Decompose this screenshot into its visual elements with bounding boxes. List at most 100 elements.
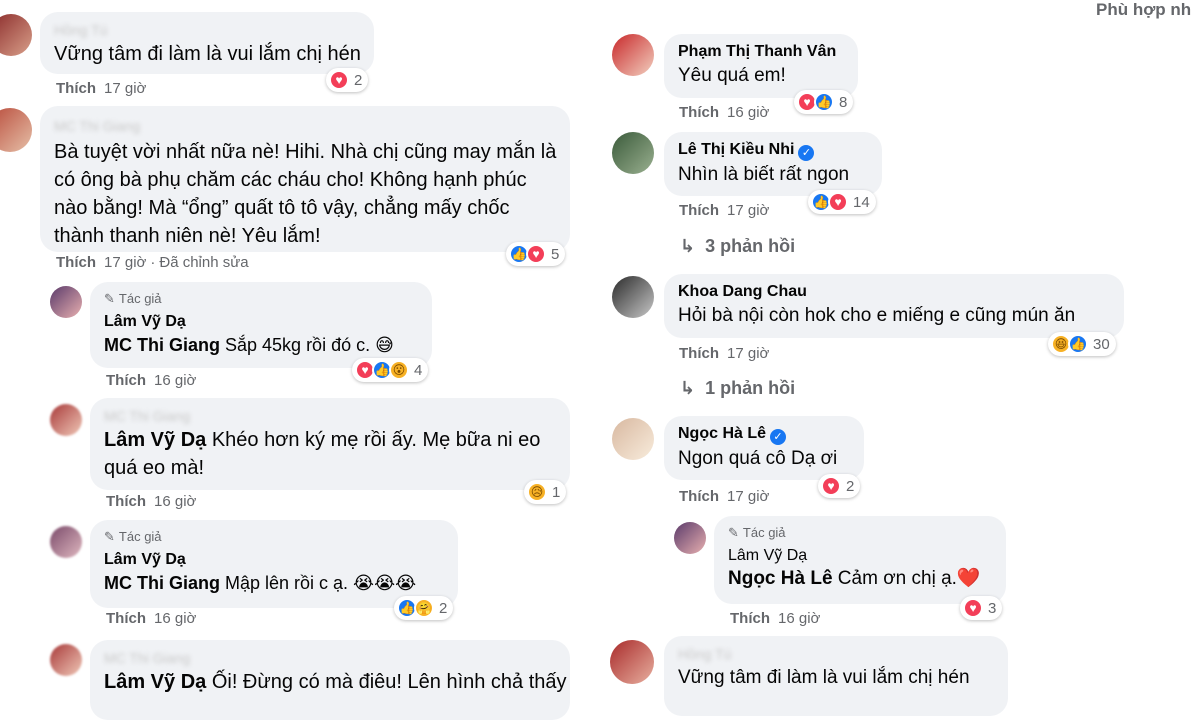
heart-icon: ♥ [526,244,546,264]
comment-author-name[interactable]: Lâm Vỹ Dạ [728,546,992,566]
like-button[interactable]: Thích [679,345,719,362]
comment-text: Vững tâm đi làm là vui lắm chị hén [54,43,361,65]
reaction-summary[interactable]: 😆 👍 30 [1048,332,1116,356]
comment-text-line: Bà tuyệt vời nhất nữa nè! Hihi. Nhà chị … [54,141,557,163]
timestamp[interactable]: 16 giờ [727,104,769,121]
like-button[interactable]: Thích [106,493,146,510]
like-button[interactable]: Thích [106,372,146,389]
comment-bubble: ✎ Tác giả Lâm Vỹ Dạ MC Thi Giang Sắp 45kg… [90,282,432,368]
timestamp[interactable]: 16 giờ [154,610,196,627]
avatar[interactable] [674,522,706,554]
mention-tag[interactable]: Ngọc Hà Lê [728,568,833,589]
comment-text: Hỏi bà nội còn hok cho e miếng e cũng mú… [678,305,1076,326]
sort-dropdown[interactable]: Phù hợp nh [1096,0,1191,20]
timestamp[interactable]: 16 giờ [154,493,196,510]
like-button[interactable]: Thích [106,610,146,627]
like-button[interactable]: Thích [679,488,719,505]
avatar[interactable] [612,34,654,76]
comment-author-name[interactable]: Khoa Dang Chau [678,282,1110,302]
comment-author-name[interactable]: MC Thi Giang [104,406,556,426]
avatar[interactable] [50,404,82,436]
author-badge: ✎ Tác giả [104,529,162,544]
comment-meta: Thích 17 giờ [679,202,769,219]
comment-meta: Thích 16 giờ [730,610,820,627]
avatar[interactable] [0,108,32,152]
reaction-summary[interactable]: ♥ 3 [960,596,1003,620]
reaction-summary[interactable]: ♥ 👍 8 [794,90,854,114]
comment-meta: Thích 17 giờ [679,488,769,505]
timestamp[interactable]: 17 giờ [727,345,769,362]
comment-bubble: Hồng Tú Vững tâm đi làm là vui lắm chị h… [664,636,1008,716]
like-button[interactable]: Thích [56,80,96,97]
comment-bubble: Hồng Tú Vững tâm đi làm là vui lắm chị h… [40,12,374,74]
reaction-count: 14 [853,193,870,211]
comment-author-name[interactable]: Lâm Vỹ Dạ [104,312,418,332]
reaction-summary[interactable]: 😥 1 [524,480,567,504]
comment-meta: Thích 16 giờ [106,372,196,389]
comment-author-name[interactable]: Lê Thị Kiều Nhi ✓ [678,140,868,161]
comment-text: Mập lên rồi c ạ. 😭😭😭 [220,573,417,593]
comment-author-name[interactable]: MC Thi Giang [54,116,556,136]
timestamp[interactable]: 17 giờ [104,254,146,271]
comment-text: Ối! Đừng có mà điêu! Lên hình chả thấy [206,671,567,693]
comment-bubble: Lê Thị Kiều Nhi ✓ Nhìn là biết rất ngon [664,132,882,196]
comment-author-name[interactable]: Hồng Tú [678,644,994,664]
reaction-summary[interactable]: 👍 ♥ 14 [808,190,876,214]
reaction-count: 5 [551,245,560,263]
comment-text: Vững tâm đi làm là vui lắm chị hén [678,667,970,688]
pencil-icon: ✎ [728,525,739,540]
reply-arrow-icon: ↳ [680,378,696,398]
mention-tag[interactable]: MC Thi Giang [104,573,220,593]
comment-author-name[interactable]: Ngọc Hà Lê ✓ [678,424,850,445]
reaction-summary[interactable]: ♥ 2 [326,68,369,92]
reaction-summary[interactable]: 👍 🤗 2 [394,596,454,620]
pencil-icon: ✎ [104,529,115,544]
comment-text-line: thành thanh niên nè! Yêu lắm! [54,225,321,247]
reaction-count: 2 [439,599,448,617]
like-button[interactable]: Thích [679,202,719,219]
avatar[interactable] [610,640,654,684]
like-icon: 👍 [1068,334,1088,354]
avatar[interactable] [612,132,654,174]
comment-bubble: ✎ Tác giả Lâm Vỹ Dạ Ngọc Hà Lê Cảm ơn chị… [714,516,1006,604]
comment-bubble: ✎ Tác giả Lâm Vỹ Dạ MC Thi Giang Mập lên … [90,520,458,608]
timestamp[interactable]: 17 giờ [727,488,769,505]
avatar[interactable] [612,276,654,318]
reaction-count: 2 [354,71,363,89]
avatar[interactable] [50,644,82,676]
avatar[interactable] [50,286,82,318]
like-button[interactable]: Thích [56,254,96,271]
like-button[interactable]: Thích [730,610,770,627]
timestamp[interactable]: 17 giờ [104,80,146,97]
timestamp[interactable]: 16 giờ [778,610,820,627]
view-replies-link[interactable]: ↳ 1 phản hồi [680,378,795,399]
mention-tag[interactable]: Lâm Vỹ Dạ [104,671,206,693]
timestamp[interactable]: 16 giờ [154,372,196,389]
comment-meta: Thích 17 giờ · Đã chỉnh sửa [56,254,249,271]
care-icon: 🤗 [414,598,434,618]
comment-author-name[interactable]: MC Thi Giang [104,648,556,668]
avatar[interactable] [0,14,32,56]
edited-label[interactable]: Đã chỉnh sửa [159,254,248,271]
verified-badge-icon: ✓ [770,429,787,445]
author-badge: ✎ Tác giả [728,525,786,540]
mention-tag[interactable]: MC Thi Giang [104,335,220,355]
reaction-summary[interactable]: ♥ 2 [818,474,861,498]
like-button[interactable]: Thích [679,104,719,121]
reaction-summary[interactable]: 👍 ♥ 5 [506,242,566,266]
reaction-count: 4 [414,361,423,379]
comment-author-name[interactable]: Hồng Tú [54,20,360,40]
reaction-count: 2 [846,477,855,495]
mention-tag[interactable]: Lâm Vỹ Dạ [104,429,206,451]
comment-author-name[interactable]: Lâm Vỹ Dạ [104,550,444,570]
wow-icon: 😮 [389,360,409,380]
avatar[interactable] [612,418,654,460]
view-replies-link[interactable]: ↳ 3 phản hồi [680,236,795,257]
comment-text: Yêu quá em! [678,65,786,86]
comment-author-name[interactable]: Phạm Thị Thanh Vân [678,42,844,62]
avatar[interactable] [50,526,82,558]
timestamp[interactable]: 17 giờ [727,202,769,219]
reaction-count: 3 [988,599,997,617]
reaction-summary[interactable]: ♥ 👍 😮 4 [352,358,429,382]
comment-bubble: MC Thi Giang Bà tuyệt vời nhất nữa nè! H… [40,106,570,252]
